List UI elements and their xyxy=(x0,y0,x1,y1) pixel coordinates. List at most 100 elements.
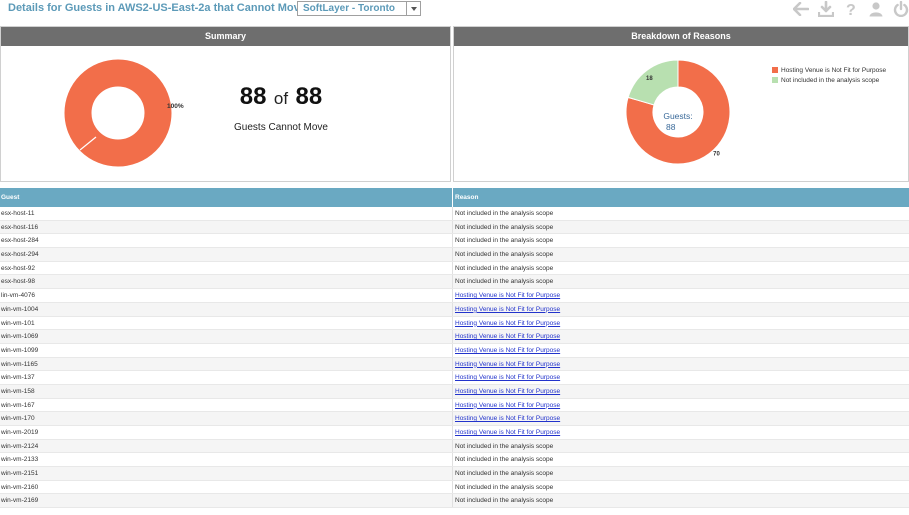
guest-name-cell: lin-vm-4076 xyxy=(0,289,453,302)
guest-name-cell: win-vm-158 xyxy=(0,384,453,398)
guest-name-cell: win-vm-2019 xyxy=(0,426,453,439)
legend-item-not-included: Not included in the analysis scope xyxy=(772,75,886,85)
guest-name-cell: esx-host-116 xyxy=(0,220,453,234)
reason-cell: Not included in the analysis scope xyxy=(455,210,554,217)
user-icon[interactable] xyxy=(868,1,884,17)
guest-name-cell: esx-host-294 xyxy=(0,248,453,261)
reason-cell: Not included in the analysis scope xyxy=(455,278,554,286)
guest-name-cell: win-vm-101 xyxy=(0,316,453,330)
table-row[interactable]: esx-host-92 Not included in the analysis … xyxy=(0,261,909,276)
table-row[interactable]: win-vm-2133 Not included in the analysis … xyxy=(0,453,909,468)
reason-cell: Not included in the analysis scope xyxy=(455,223,554,231)
table-row[interactable]: win-vm-1069 Hosting Venue is Not Fit for … xyxy=(0,330,909,344)
reason-cell: Not included in the analysis scope xyxy=(455,264,554,272)
table-header: Guest Reason xyxy=(0,188,909,207)
reason-link[interactable]: Hosting Venue is Not Fit for Purpose xyxy=(453,289,909,302)
guest-name-cell: win-vm-1069 xyxy=(0,330,453,343)
pie-center-label: Guests: xyxy=(663,111,692,121)
target-location-select[interactable]: SoftLayer - Toronto xyxy=(297,1,421,16)
breakdown-panel: Breakdown of Reasons 70 18 Guests: 88 Hos… xyxy=(453,26,909,182)
reason-cell: Not included in the analysis scope xyxy=(455,483,554,491)
reason-link[interactable]: Hosting Venue is Not Fit for Purpose xyxy=(453,330,909,343)
guest-name-cell: win-vm-2124 xyxy=(0,439,453,453)
reason-cell: Not included in the analysis scope xyxy=(455,470,554,478)
reason-link[interactable]: Hosting Venue is Not Fit for Purpose xyxy=(453,303,909,316)
summary-panel: Summary 100% 88 of 88 Guests Cannot Move xyxy=(0,26,451,182)
back-arrow-icon[interactable] xyxy=(793,1,809,17)
header-bar: Details for Guests in AWS2-US-East-2a th… xyxy=(0,0,909,24)
summary-donut-label: 100% xyxy=(167,103,184,110)
table-row[interactable]: win-vm-2169 Not included in the analysis … xyxy=(0,494,909,509)
power-icon[interactable] xyxy=(893,1,909,17)
guest-name-cell: esx-host-11 xyxy=(0,207,453,220)
guest-name-cell: esx-host-98 xyxy=(0,275,453,289)
guest-name-cell: win-vm-170 xyxy=(0,412,453,425)
target-location-value: SoftLayer - Toronto xyxy=(303,3,396,14)
reason-link[interactable]: Hosting Venue is Not Fit for Purpose xyxy=(453,317,909,330)
legend-label-not-fit: Hosting Venue is Not Fit for Purpose xyxy=(781,66,887,74)
table-row[interactable]: esx-host-284 Not included in the analysis… xyxy=(0,234,909,249)
chevron-down-icon[interactable] xyxy=(406,2,420,15)
summary-donut-ring xyxy=(64,59,172,167)
reason-link[interactable]: Hosting Venue is Not Fit for Purpose xyxy=(453,426,909,439)
table-row[interactable]: esx-host-116 Not included in the analysis… xyxy=(0,220,909,235)
reason-cell: Not included in the analysis scope xyxy=(455,237,554,245)
page-title: Details for Guests in AWS2-US-East-2a th… xyxy=(8,2,320,14)
table-row[interactable]: win-vm-2160 Not included in the analysis … xyxy=(0,480,909,495)
summary-donut-chart: 100% xyxy=(64,59,184,167)
guest-name-cell: win-vm-1099 xyxy=(0,343,453,357)
table-row[interactable]: win-vm-167 Hosting Venue is Not Fit for P… xyxy=(0,398,909,413)
pie-slice-1[interactable] xyxy=(627,59,679,106)
reason-cell: Not included in the analysis scope xyxy=(455,497,554,505)
table-row[interactable]: win-vm-170 Hosting Venue is Not Fit for P… xyxy=(0,412,909,426)
column-header-guest[interactable]: Guest xyxy=(0,188,453,207)
reason-link[interactable]: Hosting Venue is Not Fit for Purpose xyxy=(453,358,909,371)
table-row[interactable]: esx-host-11 Not included in the analysis … xyxy=(0,207,909,221)
download-icon[interactable] xyxy=(818,1,834,17)
reason-link[interactable]: Hosting Venue is Not Fit for Purpose xyxy=(453,344,909,357)
table-row[interactable]: esx-host-98 Not included in the analysis … xyxy=(0,275,909,290)
help-icon[interactable]: ? xyxy=(843,1,859,17)
guest-name-cell: esx-host-284 xyxy=(0,234,453,248)
guest-name-cell: win-vm-1165 xyxy=(0,357,453,371)
guest-name-cell: win-vm-137 xyxy=(0,371,453,384)
table-row[interactable]: win-vm-1165 Hosting Venue is Not Fit for … xyxy=(0,357,909,372)
summary-count-total: 88 xyxy=(295,83,323,110)
guest-table: Guest Reason esx-host-11 Not included in … xyxy=(0,188,909,515)
breakdown-legend: Hosting Venue is Not Fit for Purpose Not… xyxy=(772,65,886,85)
reason-cell: Not included in the analysis scope xyxy=(455,251,554,259)
pie-value-label-1: 18 xyxy=(646,76,653,82)
guest-name-cell: win-vm-167 xyxy=(0,398,453,412)
reason-link[interactable]: Hosting Venue is Not Fit for Purpose xyxy=(453,385,909,398)
summary-count-value: 88 xyxy=(239,83,267,110)
table-row[interactable]: win-vm-2151 Not included in the analysis … xyxy=(0,467,909,481)
table-body: esx-host-11 Not included in the analysis … xyxy=(0,207,909,509)
legend-item-not-fit: Hosting Venue is Not Fit for Purpose xyxy=(772,65,886,75)
table-row[interactable]: lin-vm-4076 Hosting Venue is Not Fit for … xyxy=(0,289,909,303)
legend-label-not-included: Not included in the analysis scope xyxy=(781,76,880,84)
table-row[interactable]: win-vm-2124 Not included in the analysis … xyxy=(0,439,909,454)
reason-cell: Not included in the analysis scope xyxy=(455,456,554,464)
breakdown-panel-title: Breakdown of Reasons xyxy=(454,27,908,46)
table-row[interactable]: win-vm-2019 Hosting Venue is Not Fit for … xyxy=(0,426,909,440)
guest-name-cell: win-vm-2169 xyxy=(0,494,453,508)
summary-panel-title: Summary xyxy=(1,27,450,46)
table-row[interactable]: win-vm-137 Hosting Venue is Not Fit for P… xyxy=(0,371,909,385)
guest-name-cell: esx-host-92 xyxy=(0,261,453,275)
reason-link[interactable]: Hosting Venue is Not Fit for Purpose xyxy=(453,371,909,384)
legend-swatch-green xyxy=(772,77,778,83)
table-row[interactable]: win-vm-1099 Hosting Venue is Not Fit for … xyxy=(0,343,909,358)
reason-cell: Not included in the analysis scope xyxy=(455,442,554,450)
guest-name-cell: win-vm-2133 xyxy=(0,453,453,467)
guest-name-cell: win-vm-2151 xyxy=(0,467,453,480)
table-row[interactable]: win-vm-158 Hosting Venue is Not Fit for P… xyxy=(0,384,909,399)
reason-link[interactable]: Hosting Venue is Not Fit for Purpose xyxy=(453,399,909,412)
table-row[interactable]: esx-host-294 Not included in the analysis… xyxy=(0,248,909,262)
toolbar: ? xyxy=(793,0,909,18)
reason-link[interactable]: Hosting Venue is Not Fit for Purpose xyxy=(453,412,909,425)
table-row[interactable]: win-vm-101 Hosting Venue is Not Fit for P… xyxy=(0,316,909,331)
column-header-reason[interactable]: Reason xyxy=(453,188,909,207)
svg-text:?: ? xyxy=(846,2,856,17)
table-row[interactable]: win-vm-1004 Hosting Venue is Not Fit for … xyxy=(0,302,909,317)
guest-name-cell: win-vm-1004 xyxy=(0,302,453,316)
